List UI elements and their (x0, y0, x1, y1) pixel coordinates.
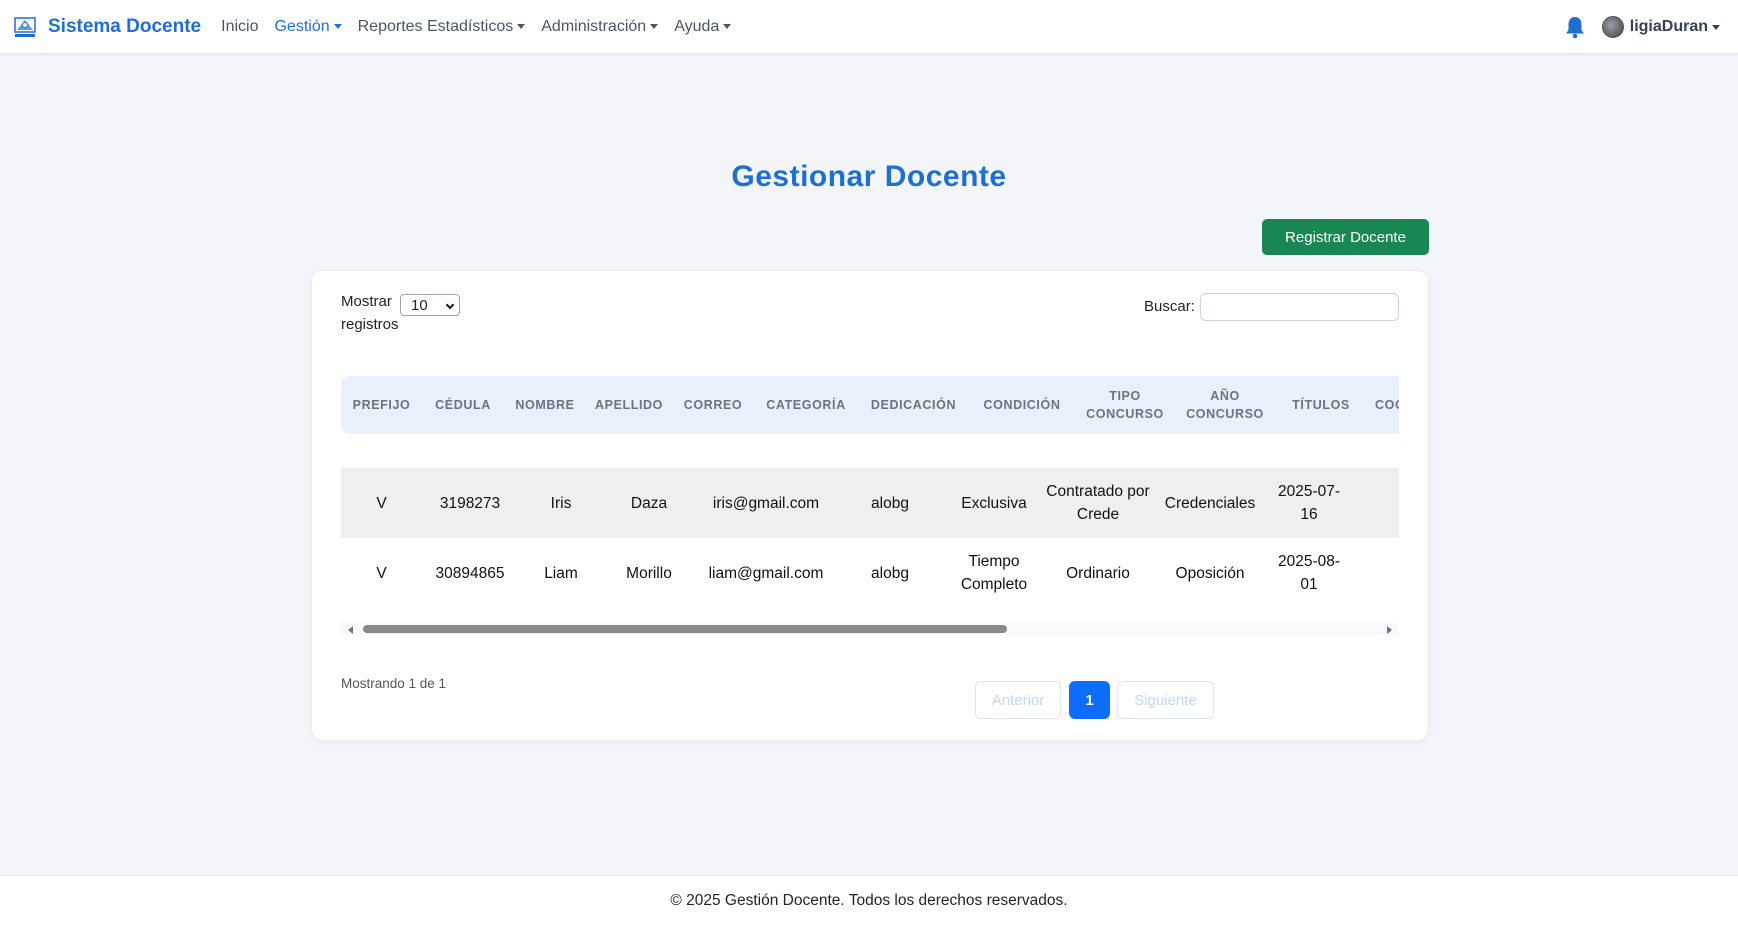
nav-gestion-label: Gestión (274, 17, 330, 35)
cell-nombre: Iris (550, 494, 572, 512)
header-prefijo[interactable]: PREFIJO (341, 376, 422, 434)
user-menu-dropdown[interactable]: ligiaDuran (1601, 16, 1720, 38)
header-label: DEDICACIÓN (870, 398, 957, 412)
cell-correo: liam@gmail.com (708, 564, 824, 582)
table-header: PREFIJO CÉDULA NOMBRE APELLIDO CORREO CA… (341, 376, 1399, 434)
caret-down-icon (723, 24, 732, 29)
cell-condicion: Contratado por Crede (1046, 483, 1150, 523)
cell-dedicacion: Tiempo Completo (960, 553, 1028, 593)
header-categoria[interactable]: CATEGORÍA (754, 376, 858, 434)
register-docente-button[interactable]: Registrar Docente (1262, 219, 1429, 255)
cell-condicion: Ordinario (1066, 564, 1130, 582)
cell-tipo-concurso: Oposición (1175, 564, 1245, 582)
cell-correo: iris@gmail.com (712, 494, 820, 512)
nav-inicio[interactable]: Inicio (213, 18, 266, 36)
page-length-value: 10 (411, 296, 428, 314)
show-label: Mostrar (341, 293, 392, 310)
nav-links: Inicio Gestión Reportes Estadísticos Adm… (213, 18, 739, 36)
header-titulos[interactable]: TÍTULOS (1275, 376, 1367, 434)
header-label: AÑO (1210, 389, 1240, 403)
avatar (1601, 16, 1624, 38)
header-label: TIPO (1109, 389, 1141, 403)
scrollbar-thumb[interactable] (363, 625, 1007, 633)
header-label: CATEGORÍA (766, 398, 846, 412)
nav-right: ligiaDuran (1564, 0, 1720, 54)
cell-cedula: 3198273 (439, 494, 501, 512)
cell-ano-concurso: 2025-08-01 (1277, 553, 1341, 593)
nav-reportes-label: Reportes Estadísticos (357, 17, 514, 35)
header-label: CONDICIÓN (983, 398, 1061, 412)
header-label: CONCURSO (1186, 407, 1264, 421)
scroll-left-arrow-icon[interactable] (348, 626, 353, 634)
header-correo[interactable]: CORREO (672, 376, 754, 434)
header-nombre[interactable]: NOMBRE (504, 376, 586, 434)
table-row[interactable]: V 30894865 Liam Morillo liam@gmail.com a… (341, 538, 1399, 594)
brand-title: Sistema Docente (48, 15, 202, 37)
nav-ayuda-label: Ayuda (674, 17, 720, 35)
cell-tipo-concurso: Credenciales (1164, 494, 1256, 512)
navbar: Sistema Docente Inicio Gestión Reportes … (0, 0, 1738, 54)
header-cedula[interactable]: CÉDULA (422, 376, 504, 434)
bell-icon[interactable] (1564, 15, 1586, 39)
header-label: PREFIJO (352, 398, 411, 412)
nav-inicio-label: Inicio (221, 17, 259, 35)
docentes-table: PREFIJO CÉDULA NOMBRE APELLIDO CORREO CA… (341, 376, 1399, 594)
header-label: CONCURSO (1086, 407, 1164, 421)
cell-categoria: alobg (871, 494, 909, 512)
caret-down-icon (1712, 24, 1720, 30)
header-ano-concurso[interactable]: AÑO CONCURSO (1175, 376, 1275, 434)
search-input[interactable] (1200, 293, 1399, 321)
page-title: Gestionar Docente (731, 160, 1007, 193)
nav-administracion-label: Administración (541, 17, 647, 35)
header-label: CORREO (683, 398, 743, 412)
header-label: COO (1375, 398, 1399, 412)
header-label: TÍTULOS (1292, 398, 1350, 412)
next-page-button[interactable]: Siguiente (1117, 681, 1214, 719)
page-length-select[interactable]: 10 (400, 294, 460, 316)
chevron-down-icon (445, 300, 455, 310)
records-label: registros (341, 316, 399, 333)
header-label: CÉDULA (435, 398, 491, 412)
footer-copyright: © 2025 Gestión Docente. Todos los derech… (670, 892, 1068, 909)
pagination-info: Mostrando 1 de 1 (341, 676, 447, 691)
previous-page-button[interactable]: Anterior (975, 681, 1061, 719)
cell-apellido: Morillo (626, 564, 672, 582)
table-card: Mostrar 10 registros Buscar: PREFIJO CÉD… (311, 270, 1429, 741)
search-label: Buscar: (1144, 298, 1195, 315)
university-logo-icon (14, 16, 36, 37)
header-tipo-concurso[interactable]: TIPO CONCURSO (1075, 376, 1175, 434)
cell-ano-concurso: 2025-07-16 (1277, 483, 1341, 523)
cell-nombre: Liam (544, 564, 578, 582)
caret-down-icon (517, 24, 526, 29)
header-apellido[interactable]: APELLIDO (586, 376, 672, 434)
nav-gestion-dropdown[interactable]: Gestión (266, 18, 349, 36)
footer: © 2025 Gestión Docente. Todos los derech… (0, 875, 1738, 928)
horizontal-scrollbar[interactable] (341, 623, 1399, 635)
header-label: APELLIDO (595, 398, 663, 412)
header-condicion[interactable]: CONDICIÓN (969, 376, 1075, 434)
cell-apellido: Daza (630, 494, 668, 512)
caret-down-icon (333, 24, 342, 29)
nav-reportes-dropdown[interactable]: Reportes Estadísticos (350, 18, 534, 36)
cell-prefijo: V (376, 564, 387, 582)
scroll-right-arrow-icon[interactable] (1387, 626, 1392, 634)
cell-categoria: alobg (871, 564, 909, 582)
caret-down-icon (650, 24, 659, 29)
brand[interactable]: Sistema Docente (12, 14, 201, 40)
header-coordinacion[interactable]: COO (1367, 376, 1399, 434)
user-name: ligiaDuran (1629, 18, 1708, 35)
cell-dedicacion: Exclusiva (961, 494, 1027, 512)
header-label: NOMBRE (515, 398, 575, 412)
nav-administracion-dropdown[interactable]: Administración (533, 18, 666, 36)
cell-cedula: 30894865 (435, 564, 505, 582)
page-1-button[interactable]: 1 (1069, 681, 1110, 719)
header-dedicacion[interactable]: DEDICACIÓN (858, 376, 969, 434)
cell-prefijo: V (376, 494, 387, 512)
nav-ayuda-dropdown[interactable]: Ayuda (666, 18, 739, 36)
table-row[interactable]: V 3198273 Iris Daza iris@gmail.com alobg… (341, 468, 1399, 538)
